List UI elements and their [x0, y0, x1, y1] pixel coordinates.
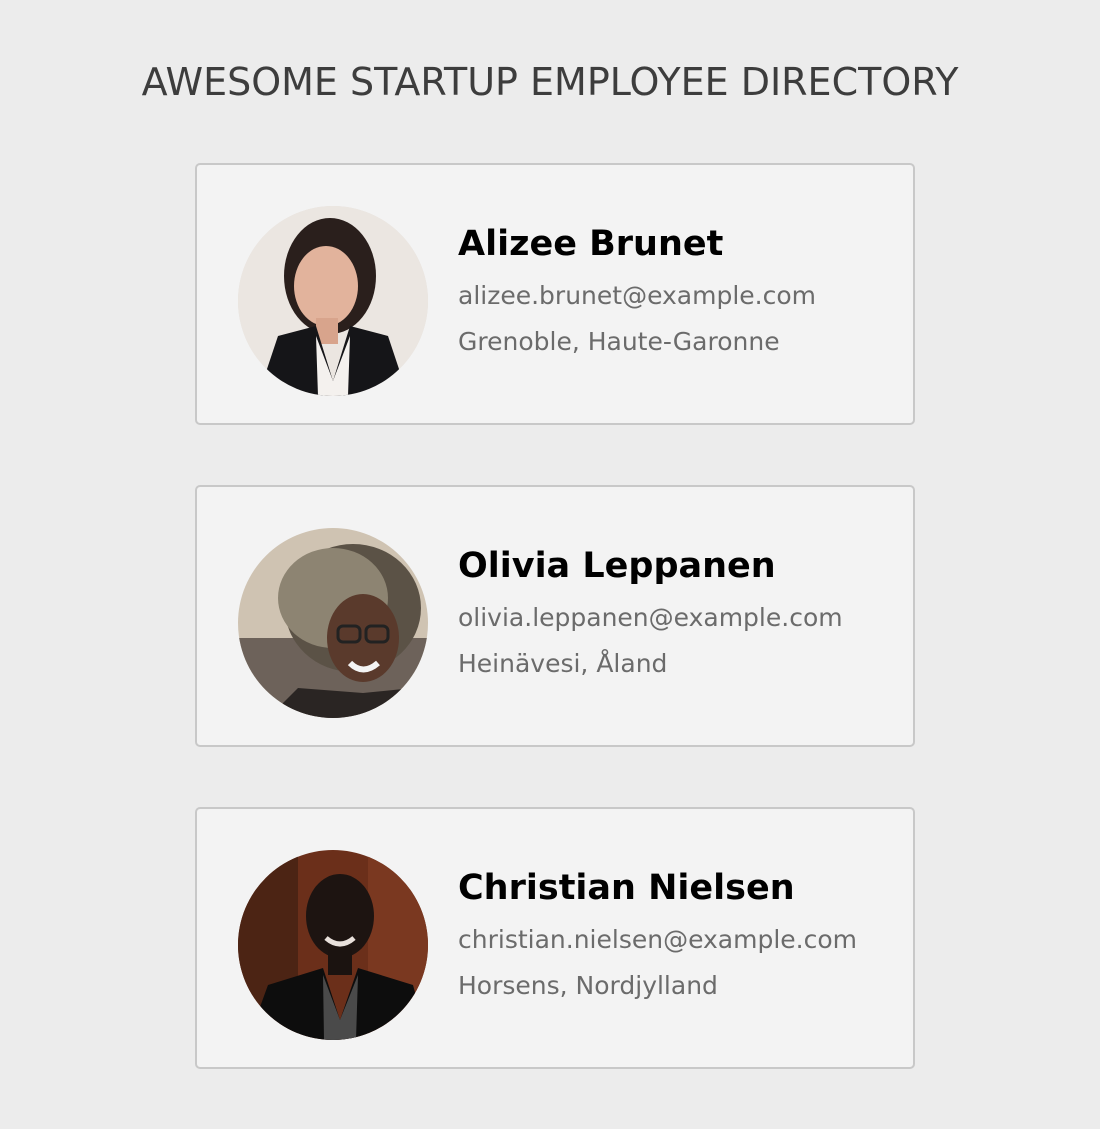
- employee-name: Christian Nielsen: [458, 868, 795, 908]
- employee-gallery: Alizee Brunet alizee.brunet@example.com …: [195, 163, 915, 1129]
- employee-info: Olivia Leppanen olivia.leppanen@example.…: [458, 543, 898, 687]
- employee-avatar: [238, 528, 428, 718]
- employee-card[interactable]: Alizee Brunet alizee.brunet@example.com …: [195, 163, 915, 425]
- employee-avatar: [238, 206, 428, 396]
- employee-email: christian.nielsen@example.com: [458, 925, 858, 954]
- employee-name: Alizee Brunet: [458, 224, 724, 264]
- employee-card[interactable]: Christian Nielsen christian.nielsen@exam…: [195, 807, 915, 1069]
- employee-email: olivia.leppanen@example.com: [458, 603, 843, 632]
- employee-location: Horsens, Nordjylland: [458, 971, 718, 1000]
- employee-location: Heinävesi, Åland: [458, 649, 668, 678]
- employee-info: Christian Nielsen christian.nielsen@exam…: [458, 865, 898, 1009]
- employee-location: Grenoble, Haute-Garonne: [458, 327, 780, 356]
- employee-email: alizee.brunet@example.com: [458, 281, 817, 310]
- employee-card[interactable]: Olivia Leppanen olivia.leppanen@example.…: [195, 485, 915, 747]
- page-title: AWESOME STARTUP EMPLOYEE DIRECTORY: [141, 60, 959, 104]
- employee-avatar: [238, 850, 428, 1040]
- employee-name: Olivia Leppanen: [458, 546, 776, 586]
- employee-info: Alizee Brunet alizee.brunet@example.com …: [458, 221, 898, 365]
